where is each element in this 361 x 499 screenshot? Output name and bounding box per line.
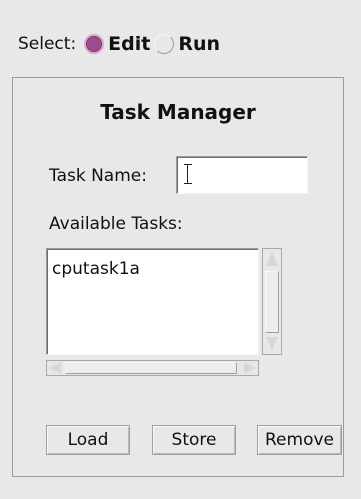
horizontal-scroll-thumb[interactable]: [65, 362, 237, 374]
text-cursor-icon: [184, 164, 192, 184]
vertical-scroll-thumb[interactable]: [265, 271, 279, 333]
task-name-label: Task Name:: [49, 166, 147, 186]
store-button[interactable]: Store: [152, 425, 236, 455]
radio-edit[interactable]: Edit: [84, 33, 150, 55]
radio-edit-label[interactable]: Edit: [108, 33, 150, 55]
scroll-left-arrow-icon[interactable]: [49, 362, 61, 374]
list-item[interactable]: cputask1a: [52, 259, 253, 279]
radio-edit-indicator[interactable]: [84, 34, 105, 54]
task-name-input[interactable]: [176, 156, 308, 194]
task-manager-window: Select: Edit Run Task Manager Task Name:…: [0, 0, 361, 499]
horizontal-scrollbar[interactable]: [46, 360, 259, 376]
scroll-right-arrow-icon[interactable]: [244, 362, 256, 374]
select-label: Select:: [18, 34, 77, 54]
panel-title: Task Manager: [100, 100, 256, 124]
available-tasks-list[interactable]: cputask1a: [46, 248, 259, 355]
available-tasks-label: Available Tasks:: [49, 214, 183, 234]
vertical-scrollbar[interactable]: [262, 248, 282, 355]
task-manager-panel: Task Manager Task Name: Available Tasks:…: [12, 77, 344, 477]
mode-selector: Select: Edit Run: [18, 30, 224, 58]
radio-run[interactable]: Run: [154, 33, 220, 55]
radio-run-label[interactable]: Run: [178, 33, 220, 55]
remove-button[interactable]: Remove: [257, 425, 342, 455]
load-button[interactable]: Load: [46, 425, 130, 455]
scroll-down-arrow-icon[interactable]: [266, 337, 278, 351]
scroll-up-arrow-icon[interactable]: [266, 252, 278, 266]
radio-run-indicator[interactable]: [154, 34, 175, 54]
